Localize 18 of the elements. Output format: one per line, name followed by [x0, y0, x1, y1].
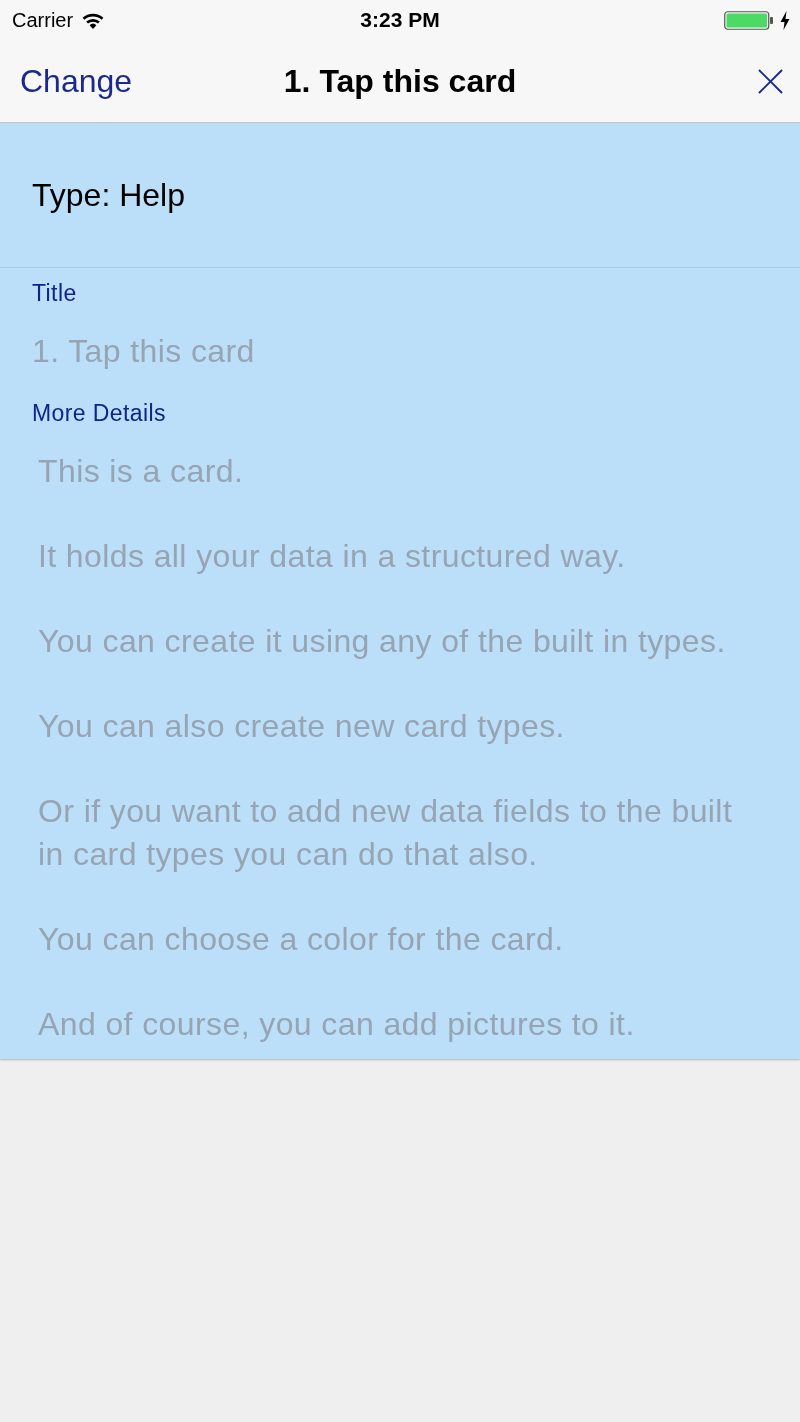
nav-title: 1. Tap this card [283, 62, 517, 100]
field-label: Title [32, 280, 77, 306]
details-paragraph: You can also create new card types. [38, 707, 566, 746]
carrier-name: Carrier [12, 8, 74, 32]
details-paragraph: You can create it using any of the built in types. [38, 622, 727, 661]
close-icon[interactable] [758, 68, 783, 94]
details-paragraph: And of course, you can add pictures to it. [38, 1004, 636, 1044]
battery-icon [724, 10, 774, 30]
details-paragraph: You can choose a color for the card. [38, 919, 565, 959]
details-paragraph: It holds all your data in a structured way. [38, 537, 627, 576]
details-paragraph: This is a card. [38, 452, 245, 491]
wifi-icon [81, 11, 106, 29]
clock-time: 3:23 PM [360, 8, 440, 32]
card-type-label: Type: Help [32, 176, 185, 214]
change-button[interactable]: Change [20, 62, 133, 100]
details-paragraph: Or if you want to add new data fields to the built in card types you can do that also. [38, 792, 734, 874]
charging-bolt-icon [780, 10, 790, 30]
field-label: More Details [32, 400, 166, 426]
